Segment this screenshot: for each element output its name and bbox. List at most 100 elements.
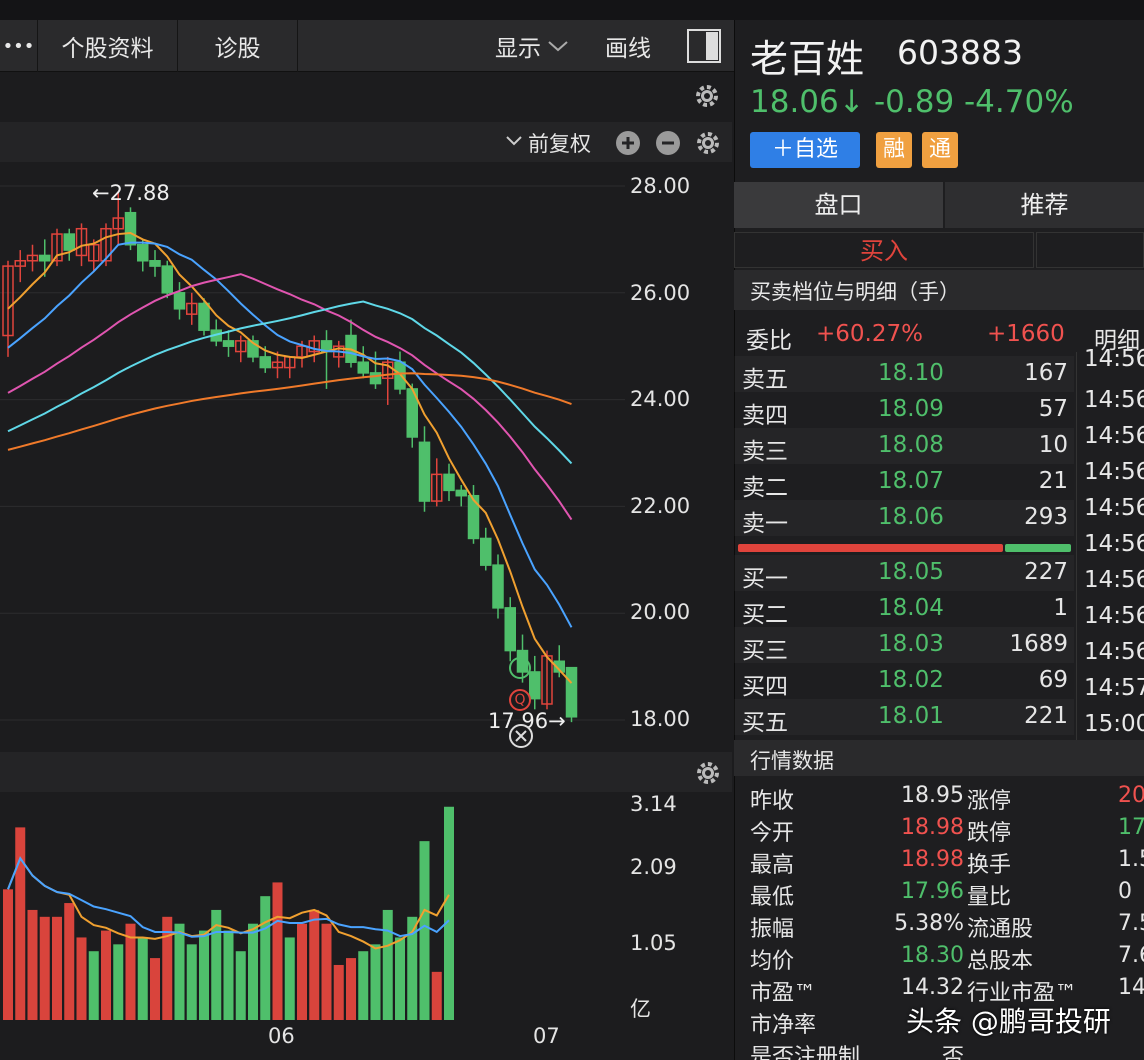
volume-bar (419, 841, 430, 1020)
gear-icon[interactable] (695, 130, 721, 156)
level-volume: 21 (1038, 468, 1068, 494)
candle-body (137, 243, 149, 262)
candle-body (529, 671, 541, 700)
tab-recommend[interactable]: 推荐 (945, 182, 1144, 228)
ask-level-row[interactable]: 卖四 18.09 57 (734, 392, 1074, 429)
market-label: 市盈™ (750, 981, 817, 1006)
market-value: 18.95 (901, 783, 964, 808)
bid-level-row[interactable]: 买一 18.05 227 (734, 555, 1074, 592)
gear-icon[interactable] (695, 760, 721, 786)
volume-bar (382, 909, 393, 1020)
high-price-label: ←27.88 (92, 181, 170, 205)
zoom-in-icon[interactable] (615, 130, 641, 156)
volume-bar (52, 916, 62, 1020)
candle-body (63, 233, 75, 251)
bid-level-row[interactable]: 买五 18.01 221 (734, 699, 1074, 736)
display-label: 显示 (495, 36, 541, 62)
volume-bar (235, 951, 246, 1020)
market-value: 否 (941, 1045, 964, 1060)
chevron-down-icon[interactable] (505, 134, 523, 148)
price-change-pct: -4.70% (964, 84, 1074, 120)
volume-bar (370, 944, 381, 1020)
more-menu-button[interactable]: ••• (0, 20, 38, 72)
level-price: 18.10 (878, 360, 944, 386)
level-volume: 69 (1038, 667, 1068, 693)
volume-subbar (0, 752, 732, 792)
volume-bar (297, 923, 307, 1020)
volume-bar (272, 882, 283, 1020)
margin-badge: 融 (876, 132, 912, 168)
volume-bar (431, 971, 442, 1020)
gear-icon[interactable] (694, 83, 720, 109)
candle-body (369, 372, 382, 385)
volume-bar (64, 903, 75, 1020)
market-value: 17.96 (901, 879, 964, 904)
ratio-bar-sell (1005, 544, 1071, 552)
level-price: 18.06 (878, 504, 944, 530)
level-label: 买三 (742, 638, 788, 664)
marker-q-badge[interactable]: Q (509, 689, 531, 711)
panel-toggle-icon[interactable] (686, 28, 722, 64)
level-volume: 293 (1024, 504, 1068, 530)
display-dropdown[interactable]: 显示 (482, 20, 582, 72)
price-tick: 28.00 (630, 174, 691, 198)
draw-line-button[interactable]: 画线 (590, 20, 666, 72)
add-watchlist-button[interactable]: ＋自选 (750, 132, 860, 168)
market-value: 7.6 (1118, 943, 1144, 968)
stock-code: 603883 (897, 33, 1023, 72)
ask-level-row[interactable]: 卖五 18.10 167 (734, 356, 1074, 393)
volume-bar (444, 806, 454, 1020)
orderbook-title: 买卖档位与明细（手） (750, 280, 960, 304)
bid-level-row[interactable]: 买三 18.03 1689 (734, 627, 1074, 664)
trade-time: 14:56 (1084, 603, 1144, 629)
marker-l-badge[interactable]: L (509, 657, 531, 679)
weibi-pct: +60.27% (816, 321, 923, 347)
quote-panel (734, 20, 1144, 1060)
buy-tab[interactable]: 买入 (734, 232, 1034, 268)
close-icon[interactable] (508, 723, 534, 749)
ask-level-row[interactable]: 卖三 18.08 10 (734, 428, 1074, 465)
ask-level-row[interactable]: 卖二 18.07 21 (734, 464, 1074, 501)
volume-chart[interactable] (0, 792, 625, 1022)
market-label: 振幅 (750, 917, 795, 942)
volume-bar (3, 889, 13, 1020)
zoom-out-icon[interactable] (655, 130, 681, 156)
candle-body (161, 265, 173, 294)
trade-time: 14:56 (1084, 387, 1144, 413)
market-label: 最高 (750, 853, 795, 878)
volume-bar (15, 827, 26, 1020)
level-label: 买二 (742, 602, 788, 628)
volume-bar (88, 951, 99, 1020)
level-label: 买四 (742, 674, 788, 700)
diagnose-tab[interactable]: 诊股 (178, 20, 298, 72)
volume-unit: 亿 (630, 997, 651, 1021)
moving-average-line (7, 241, 573, 628)
price-adjust-selector[interactable]: 前复权 (528, 128, 591, 158)
ask-level-row[interactable]: 卖一 18.06 293 (734, 500, 1074, 537)
bid-level-row[interactable]: 买四 18.02 69 (734, 663, 1074, 700)
window-top-strip (0, 0, 1144, 20)
tab-pankou[interactable]: 盘口 (734, 182, 943, 228)
market-label: 流通股 (967, 917, 1034, 942)
chart-toolbar: ••• 个股资料 诊股 显示 画线 (0, 20, 734, 72)
market-label: 跌停 (967, 821, 1012, 846)
volume-bar (260, 896, 271, 1020)
market-value: 20 (1118, 783, 1144, 808)
sell-tab[interactable] (1036, 232, 1144, 268)
price-tick: 22.00 (630, 494, 691, 518)
market-title: 行情数据 (750, 749, 834, 773)
market-label: 今开 (750, 821, 795, 846)
last-price: 18.06↓ (750, 84, 865, 120)
market-value: 0 (1118, 879, 1132, 904)
candlestick-chart[interactable] (0, 162, 625, 752)
level-label: 卖四 (742, 403, 788, 429)
market-value: 17 (1118, 815, 1144, 840)
chart-subbar: 前复权 (0, 122, 732, 162)
level-volume: 1 (1053, 595, 1068, 621)
stock-profile-tab[interactable]: 个股资料 (38, 20, 178, 72)
volume-tick: 2.09 (630, 855, 677, 879)
market-value: 18.98 (901, 847, 964, 872)
bid-level-row[interactable]: 买二 18.04 1 (734, 591, 1074, 628)
price-tick: 20.00 (630, 600, 691, 624)
